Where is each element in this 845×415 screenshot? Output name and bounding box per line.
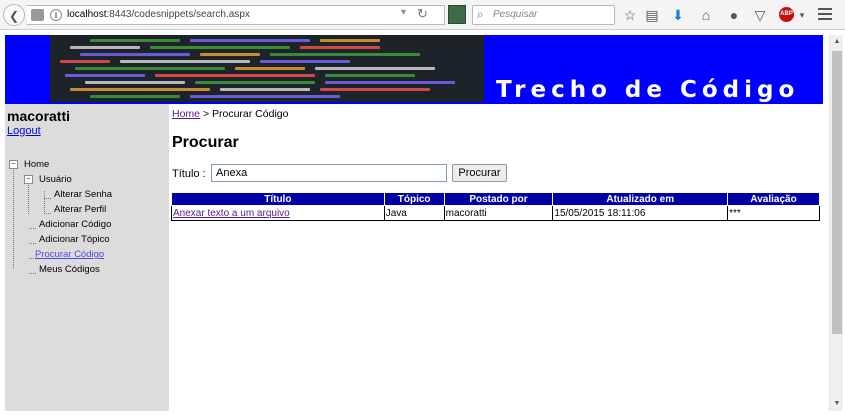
- header-banner: Trecho de Código: [5, 35, 823, 104]
- results-table: Título Tópico Postado por Atualizado em …: [171, 192, 820, 221]
- breadcrumb: Home > Procurar Código: [172, 108, 288, 120]
- sidebar: macoratti Logout − Home − Usuário Altera…: [5, 104, 169, 411]
- column-header[interactable]: Atualizado em: [552, 192, 729, 206]
- column-header[interactable]: Postado por: [443, 192, 554, 206]
- tree-line: [44, 213, 51, 214]
- search-bar[interactable]: ⌕ Pesquisar: [472, 5, 615, 25]
- browser-toolbar: ❮ i localhost:8443/codesnippets/search.a…: [0, 0, 845, 30]
- search-input[interactable]: [211, 164, 447, 182]
- tree-item-home[interactable]: Home: [24, 159, 49, 170]
- breadcrumb-current: Procurar Código: [212, 108, 289, 120]
- tree-item-adicionar-codigo[interactable]: Adicionar Código: [39, 219, 111, 230]
- tree-item-procurar-codigo[interactable]: Procurar Código: [35, 249, 104, 260]
- bookmark-star-icon[interactable]: ☆: [621, 6, 639, 24]
- tree-line: [28, 183, 29, 214]
- tree-line: [29, 228, 36, 229]
- tree-item-alterar-perfil[interactable]: Alterar Perfil: [54, 204, 106, 215]
- search-icon: ⌕: [477, 7, 484, 21]
- scroll-up-icon[interactable]: ▲: [830, 35, 844, 49]
- reading-list-icon[interactable]: ▤: [643, 6, 661, 24]
- table-header-row: Título Tópico Postado por Atualizado em …: [171, 192, 820, 206]
- search-placeholder: Pesquisar: [493, 9, 538, 20]
- table-row: Anexar texto a um arquivo Java macoratti…: [171, 205, 820, 221]
- search-button[interactable]: Procurar: [452, 164, 507, 182]
- home-icon[interactable]: ⌂: [697, 6, 715, 24]
- cell-postado-por: macoratti: [443, 205, 554, 221]
- search-label: Título :: [172, 168, 206, 180]
- vertical-scrollbar[interactable]: ▲ ▼: [829, 35, 843, 411]
- page-icon: [31, 9, 44, 21]
- tree-item-usuario[interactable]: Usuário: [39, 174, 72, 185]
- download-icon[interactable]: ⬇: [669, 6, 687, 24]
- url-text[interactable]: localhost:8443/codesnippets/search.aspx: [67, 9, 250, 20]
- breadcrumb-separator: >: [202, 108, 210, 120]
- column-header[interactable]: Título: [171, 192, 385, 206]
- scrollbar-thumb[interactable]: [832, 51, 842, 334]
- adblock-dropdown-icon[interactable]: ▾: [793, 6, 811, 24]
- cell-atualizado-em: 15/05/2015 18:11:06: [552, 205, 729, 221]
- tree-line: [13, 168, 14, 269]
- tree-item-meus-codigos[interactable]: Meus Códigos: [39, 264, 100, 275]
- reload-icon[interactable]: ↻: [417, 6, 428, 22]
- page-title: Procurar: [172, 134, 239, 151]
- snippet-link[interactable]: Anexar texto a um arquivo: [173, 208, 290, 219]
- cell-titulo: Anexar texto a um arquivo: [171, 205, 385, 221]
- tree-item-alterar-senha[interactable]: Alterar Senha: [54, 189, 112, 200]
- tree-item-adicionar-topico[interactable]: Adicionar Tópico: [39, 234, 110, 245]
- back-button[interactable]: ❮: [3, 4, 25, 26]
- tree-line: [29, 243, 36, 244]
- collapse-icon[interactable]: −: [24, 175, 33, 184]
- username: macoratti: [7, 108, 71, 124]
- web-page: Trecho de Código macoratti Logout − Home…: [5, 35, 828, 411]
- column-header[interactable]: Avaliação: [727, 192, 820, 206]
- cell-topico: Java: [383, 205, 445, 221]
- logout-link[interactable]: Logout: [7, 125, 41, 137]
- main-content: Home > Procurar Código Procurar Título :…: [169, 104, 828, 411]
- pocket-icon[interactable]: ▽: [751, 6, 769, 24]
- code-banner-image: [50, 35, 484, 102]
- collapse-icon[interactable]: −: [9, 160, 18, 169]
- scroll-down-icon[interactable]: ▼: [830, 397, 844, 411]
- address-bar[interactable]: i localhost:8443/codesnippets/search.asp…: [27, 5, 445, 25]
- tree-line: [29, 273, 36, 274]
- hamburger-menu-icon[interactable]: [818, 8, 832, 20]
- url-dropdown-icon[interactable]: ▾: [401, 7, 406, 18]
- banner-title: Trecho de Código: [496, 77, 800, 103]
- column-header[interactable]: Tópico: [383, 192, 445, 206]
- adblock-icon[interactable]: ABP: [779, 7, 794, 22]
- tree-line: [44, 198, 51, 199]
- chat-icon[interactable]: ●: [725, 6, 743, 24]
- cell-avaliacao: ***: [727, 205, 820, 221]
- info-icon[interactable]: i: [50, 9, 62, 21]
- breadcrumb-home-link[interactable]: Home: [172, 108, 200, 120]
- extension-icon[interactable]: [448, 5, 466, 24]
- tree-line: [44, 191, 45, 214]
